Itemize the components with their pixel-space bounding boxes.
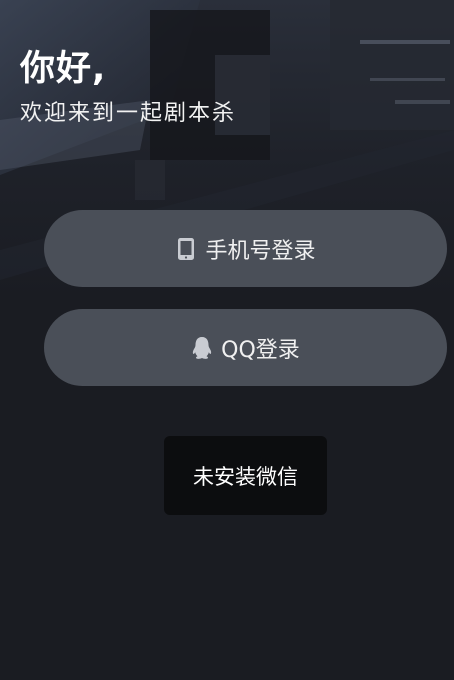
phone-login-label: 手机号登录 [205,238,316,264]
wechat-not-installed-toast: 未安装微信 [164,436,327,515]
login-screen: 你好, 欢迎来到一起剧本杀 手机号登录 QQ登录 未安装微信 [0,0,454,680]
qq-penguin-icon [191,336,213,360]
qq-login-button[interactable]: QQ登录 [44,309,447,386]
qq-login-label: QQ登录 [221,337,300,363]
greeting-title: 你好, [20,49,107,89]
phone-icon [175,237,197,261]
phone-login-button[interactable]: 手机号登录 [44,210,447,287]
welcome-subtitle: 欢迎来到一起剧本杀 [20,101,237,126]
